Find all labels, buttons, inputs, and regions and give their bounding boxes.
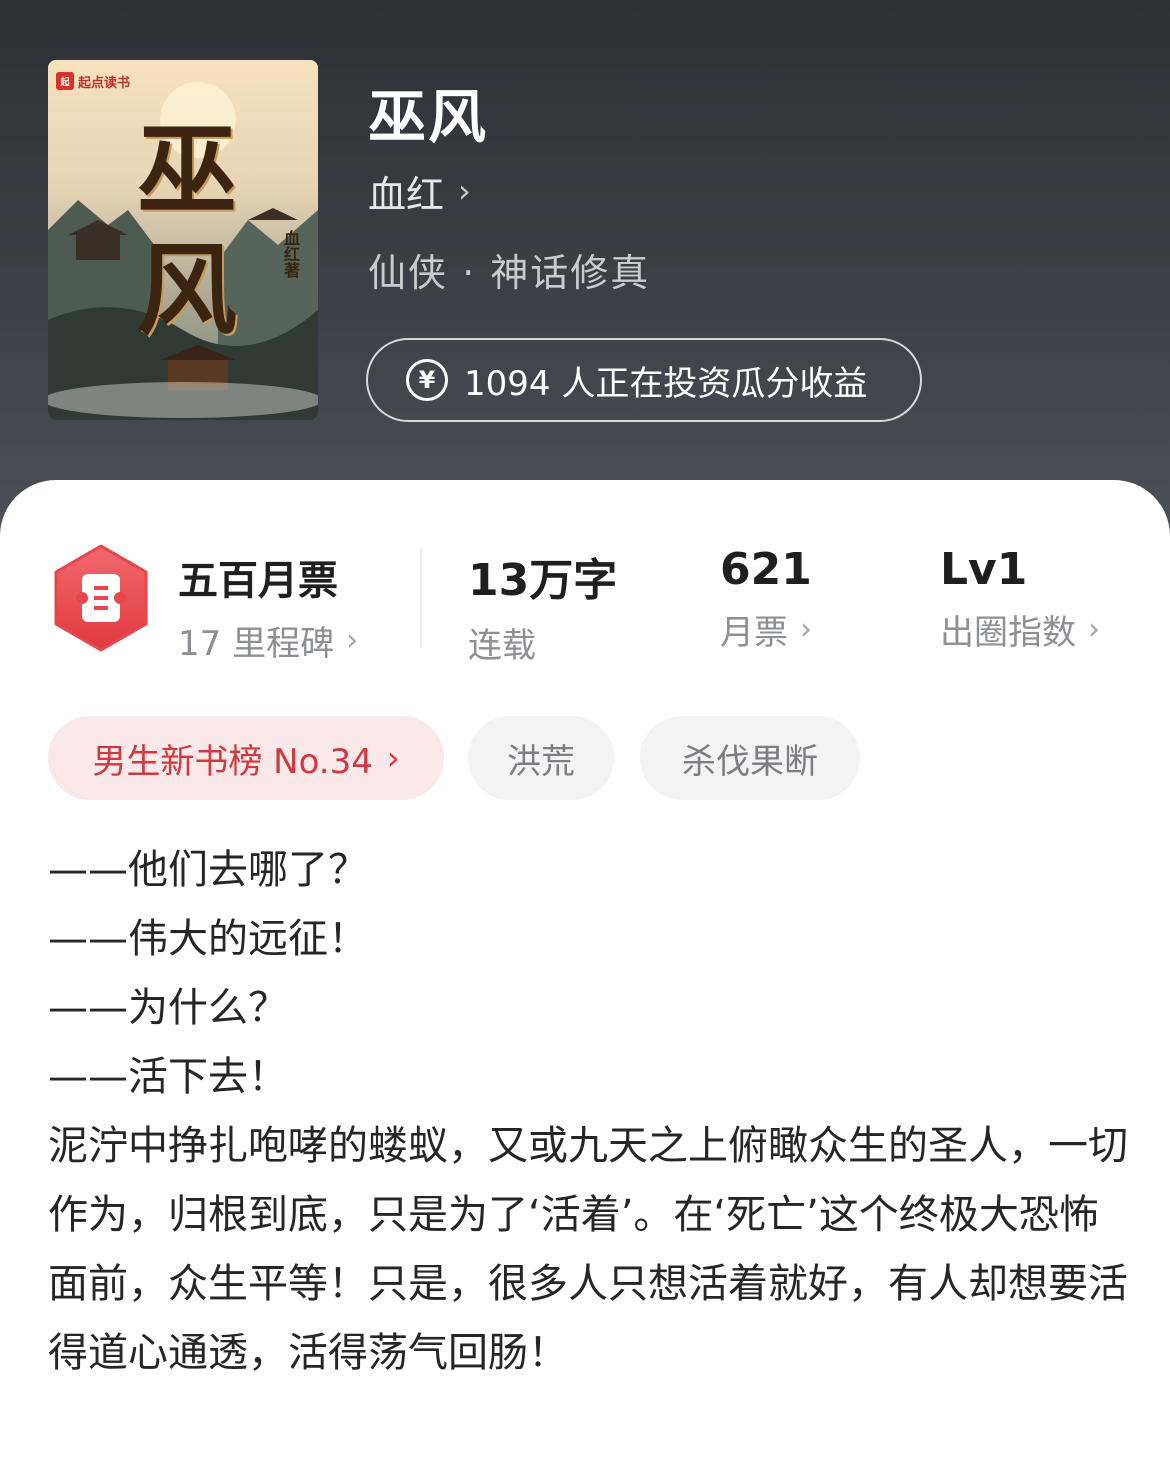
cover-publisher-logo: 起 起点读书 bbox=[56, 70, 130, 92]
invest-label: 1094 人正在投资瓜分收益 bbox=[464, 363, 868, 404]
ticket-goal-title: 五百月票 bbox=[178, 558, 338, 604]
book-genre: 仙侠 · 神话修真 bbox=[368, 251, 651, 295]
description-line: ——他们去哪了？ bbox=[48, 847, 368, 893]
word-count-value: 13万字 bbox=[468, 555, 618, 606]
popularity-level-value: Lv1 bbox=[940, 544, 1028, 595]
word-count-label: 连载 bbox=[468, 618, 617, 667]
book-header: 起 起点读书 巫风 血红著 巫风 血红 › 仙侠 · 神话修真 ¥ 1094 人… bbox=[0, 0, 1170, 540]
book-description: ——他们去哪了？ ——伟大的远征！ ——为什么？ ——活下去！ 泥泞中挣扎咆哮的… bbox=[48, 836, 1128, 1388]
book-cover[interactable]: 起 起点读书 巫风 血红著 bbox=[48, 60, 318, 420]
serial-status: 连载 bbox=[468, 626, 536, 666]
monthly-votes-label-row: 月票 › bbox=[720, 605, 812, 654]
cover-publisher-name: 起点读书 bbox=[78, 75, 131, 91]
ticket-goal-sub-row: 17 里程碑 › bbox=[178, 616, 358, 665]
author-name: 血红 bbox=[368, 172, 445, 217]
description-line: ——为什么？ bbox=[48, 985, 288, 1031]
monthly-votes-label: 月票 bbox=[720, 613, 788, 653]
description-paragraph: 泥泞中挣扎咆哮的蝼蚁，又或九天之上俯瞰众生的圣人，一切作为，归根到底，只是为了‘… bbox=[48, 1123, 1128, 1376]
chevron-right-icon: › bbox=[386, 739, 400, 777]
ticket-icon bbox=[54, 544, 148, 652]
chevron-right-icon: › bbox=[1088, 612, 1100, 647]
genre-tag-honghuang[interactable]: 洪荒 bbox=[468, 716, 614, 800]
chevron-right-icon: › bbox=[800, 612, 812, 647]
stat-popularity-index[interactable]: Lv1 出圈指数 › bbox=[940, 544, 1100, 654]
popularity-label: 出圈指数 bbox=[940, 613, 1076, 653]
stat-monthly-votes[interactable]: 621 月票 › bbox=[720, 544, 812, 654]
stat-monthly-ticket-goal[interactable]: 五百月票 17 里程碑 › bbox=[178, 548, 358, 665]
author-link[interactable]: 血红 › bbox=[368, 168, 471, 217]
description-line: ——活下去！ bbox=[48, 1054, 288, 1100]
chevron-right-icon: › bbox=[346, 623, 359, 658]
stats-divider bbox=[420, 548, 422, 648]
stat-word-count: 13万字 连载 bbox=[468, 544, 617, 667]
monthly-votes-value: 621 bbox=[720, 544, 812, 595]
genre-tag-decisive[interactable]: 杀伐果断 bbox=[640, 716, 860, 800]
invest-button[interactable]: ¥ 1094 人正在投资瓜分收益 bbox=[366, 338, 922, 422]
publisher-logo-icon: 起 bbox=[56, 72, 74, 90]
ticket-goal-sub: 17 里程碑 bbox=[178, 624, 335, 664]
description-line: ——伟大的远征！ bbox=[48, 916, 368, 962]
cover-title: 巫风 bbox=[137, 111, 237, 349]
tag-label: 洪荒 bbox=[507, 741, 575, 782]
chevron-right-icon: › bbox=[458, 172, 471, 210]
ranking-tag[interactable]: 男生新书榜 No.34 › bbox=[48, 716, 444, 800]
cover-author: 血红著 bbox=[281, 230, 300, 278]
popularity-label-row: 出圈指数 › bbox=[940, 605, 1100, 654]
ranking-tag-label: 男生新书榜 No.34 bbox=[92, 741, 373, 782]
yen-coin-icon: ¥ bbox=[406, 359, 448, 401]
book-title: 巫风 bbox=[368, 83, 489, 151]
tag-label: 杀伐果断 bbox=[682, 741, 818, 782]
